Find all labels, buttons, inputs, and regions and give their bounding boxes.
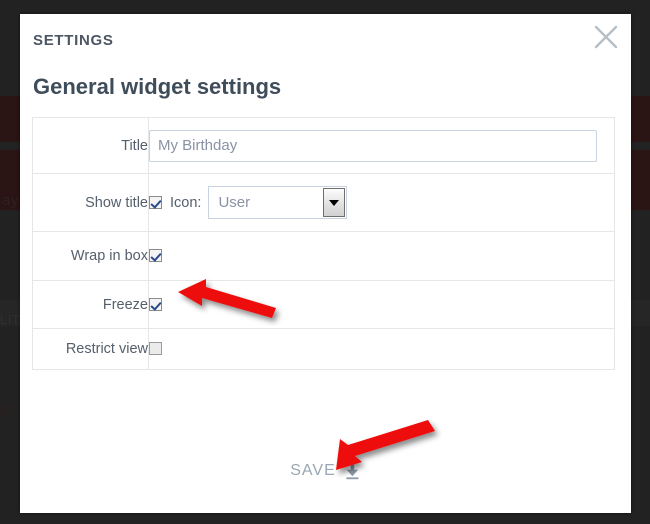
settings-eyebrow-label: SETTINGS [33, 32, 114, 49]
row-field-restrict-view [148, 328, 615, 370]
backdrop-ghost-text: LIT [0, 312, 21, 327]
page-title: General widget settings [33, 74, 282, 99]
download-icon [344, 462, 361, 480]
freeze-checkbox[interactable] [149, 297, 162, 311]
show-title-checkbox[interactable] [149, 196, 162, 209]
table-row: Restrict view [32, 328, 615, 370]
table-row: Freeze [32, 280, 615, 329]
backdrop-ghost-text: B [1, 404, 10, 418]
icon-select-label: Icon: [170, 194, 202, 211]
caret-down-glyph [329, 199, 340, 206]
row-field-title [148, 117, 615, 174]
backdrop-ghost-text: ay [2, 192, 19, 209]
row-label-freeze: Freeze [32, 280, 149, 329]
wrap-in-box-checkbox[interactable] [149, 249, 162, 263]
settings-dialog: SETTINGS General widget settings Title S… [20, 14, 631, 513]
title-input[interactable] [149, 129, 597, 162]
settings-table: Title Show title Icon: User [32, 117, 615, 370]
table-row: Show title Icon: User [32, 173, 615, 232]
row-label-show-title: Show title [32, 173, 149, 232]
dialog-header: SETTINGS [20, 14, 631, 76]
row-field-show-title: Icon: User [148, 173, 615, 232]
restrict-view-checkbox[interactable] [149, 342, 162, 356]
table-row: Wrap in box [32, 231, 615, 281]
chevron-down-icon[interactable] [323, 188, 346, 217]
row-label-restrict-view: Restrict view [32, 328, 149, 370]
show-title-controls: Icon: User [149, 186, 614, 219]
table-row: Title [32, 117, 615, 174]
row-field-wrap-in-box [148, 231, 615, 281]
row-field-freeze [148, 280, 615, 329]
icon-select-value: User [218, 194, 251, 211]
save-button-label: SAVE [290, 462, 336, 479]
dialog-footer: SAVE [20, 458, 631, 484]
save-button[interactable]: SAVE [284, 458, 367, 484]
row-label-title: Title [32, 117, 149, 174]
row-label-wrap-in-box: Wrap in box [32, 231, 149, 281]
close-icon [593, 24, 619, 50]
icon-select[interactable]: User [208, 186, 348, 219]
close-button[interactable] [589, 20, 623, 54]
